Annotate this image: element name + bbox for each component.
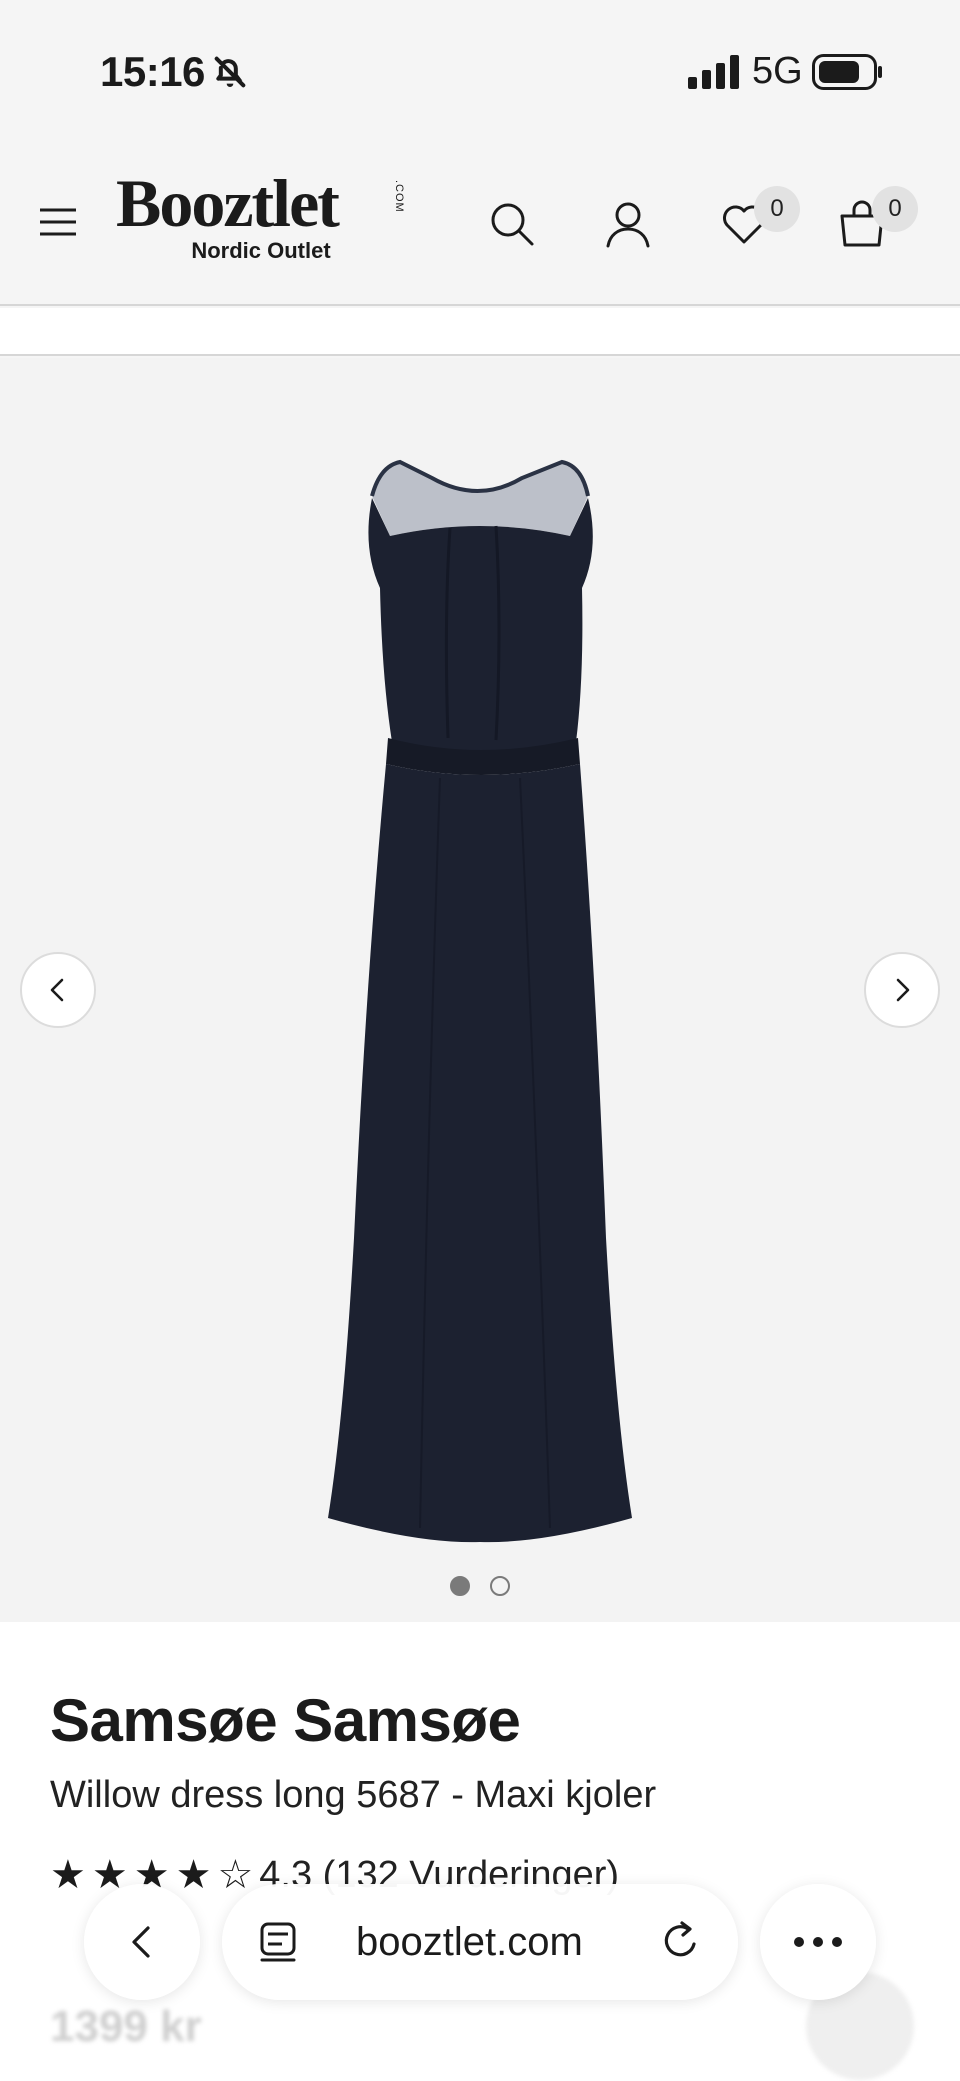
site-header: Booztlet .COM Nordic Outlet 0 0 bbox=[0, 140, 960, 306]
wishlist-count-badge: 0 bbox=[754, 186, 800, 232]
url-text: booztlet.com bbox=[356, 1920, 583, 1964]
bell-slash-icon bbox=[214, 56, 246, 88]
chevron-left-icon bbox=[50, 978, 64, 1002]
logo-com: .COM bbox=[393, 180, 405, 213]
status-time: 15:16 bbox=[100, 48, 205, 95]
cart-count-badge: 0 bbox=[872, 186, 918, 232]
pagination-dot-2[interactable] bbox=[490, 1576, 510, 1596]
product-brand[interactable]: Samsøe Samsøe bbox=[50, 1686, 521, 1755]
search-icon[interactable] bbox=[486, 198, 538, 250]
site-logo[interactable]: Booztlet .COM Nordic Outlet bbox=[116, 169, 416, 264]
address-bar[interactable]: booztlet.com bbox=[222, 1884, 738, 2000]
page-menu-icon[interactable] bbox=[256, 1920, 300, 1964]
battery-icon bbox=[812, 54, 882, 90]
user-icon[interactable] bbox=[602, 198, 654, 250]
product-name: Willow dress long 5687 - Maxi kjoler bbox=[50, 1774, 657, 1816]
status-bar: 15:16 5G bbox=[0, 0, 960, 140]
next-image-button[interactable] bbox=[864, 952, 940, 1028]
pagination-dot-1[interactable] bbox=[450, 1576, 470, 1596]
logo-subtitle: Nordic Outlet bbox=[191, 238, 331, 263]
menu-icon[interactable] bbox=[36, 200, 80, 244]
header-strip bbox=[0, 308, 960, 356]
browser-back-button[interactable] bbox=[84, 1884, 200, 2000]
product-image[interactable] bbox=[300, 418, 660, 1548]
chevron-right-icon bbox=[896, 978, 910, 1002]
gallery-pagination bbox=[450, 1576, 510, 1596]
browser-toolbar: booztlet.com bbox=[0, 1860, 960, 2020]
reload-icon[interactable] bbox=[658, 1918, 704, 1964]
product-gallery[interactable] bbox=[0, 358, 960, 1622]
logo-wordmark: Booztlet bbox=[116, 165, 340, 241]
ellipsis-icon bbox=[794, 1937, 842, 1947]
network-label: 5G bbox=[752, 50, 803, 92]
chevron-left-icon bbox=[132, 1926, 150, 1958]
previous-image-button[interactable] bbox=[20, 952, 96, 1028]
signal-icon bbox=[688, 55, 739, 89]
more-options-button[interactable] bbox=[760, 1884, 876, 2000]
